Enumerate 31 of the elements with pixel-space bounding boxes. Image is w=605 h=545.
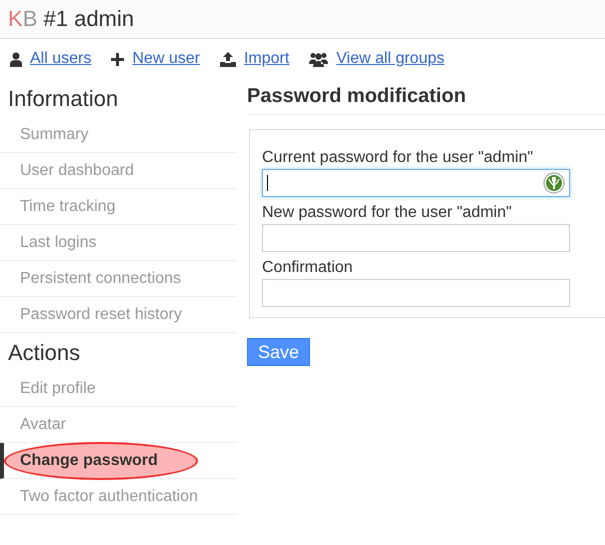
save-button[interactable]: Save: [247, 338, 310, 366]
sidebar-item[interactable]: Avatar: [0, 407, 237, 443]
sidebar-item[interactable]: Change password: [0, 443, 237, 479]
sidebar-item[interactable]: Persistent connections: [0, 261, 237, 297]
user-icon: [10, 52, 22, 66]
field-label: Confirmation: [262, 258, 354, 278]
group-icon: [309, 52, 328, 66]
key-icon: [543, 172, 565, 194]
sidebar-heading: Information: [7, 85, 120, 113]
sidebar-item[interactable]: Password reset history: [0, 297, 237, 333]
nav-link-text[interactable]: New user: [132, 47, 200, 71]
nav-link-text[interactable]: Import: [244, 47, 290, 71]
sidebar-item[interactable]: Two factor authentication: [0, 479, 237, 515]
password-field[interactable]: [262, 169, 570, 197]
logo: KB: [8, 6, 38, 31]
plus-icon: [111, 52, 124, 66]
password-field[interactable]: [262, 224, 570, 252]
sidebar-item[interactable]: Summary: [0, 117, 237, 153]
sidebar-heading: Actions: [7, 339, 82, 367]
field-label: New password for the user "admin": [262, 203, 513, 223]
sidebar-item[interactable]: Edit profile: [0, 371, 237, 407]
password-field[interactable]: [262, 279, 570, 307]
upload-icon: [220, 52, 236, 66]
nav-link-text[interactable]: View all groups: [336, 47, 444, 71]
sidebar-item[interactable]: User dashboard: [0, 153, 237, 189]
page-title: #1 admin: [44, 6, 134, 31]
sidebar-item[interactable]: Last logins: [0, 225, 237, 261]
sidebar-item[interactable]: Time tracking: [0, 189, 237, 225]
section-title: Password modification: [247, 84, 605, 115]
field-label: Current password for the user "admin": [262, 148, 534, 168]
nav-link-text[interactable]: All users: [30, 47, 92, 71]
